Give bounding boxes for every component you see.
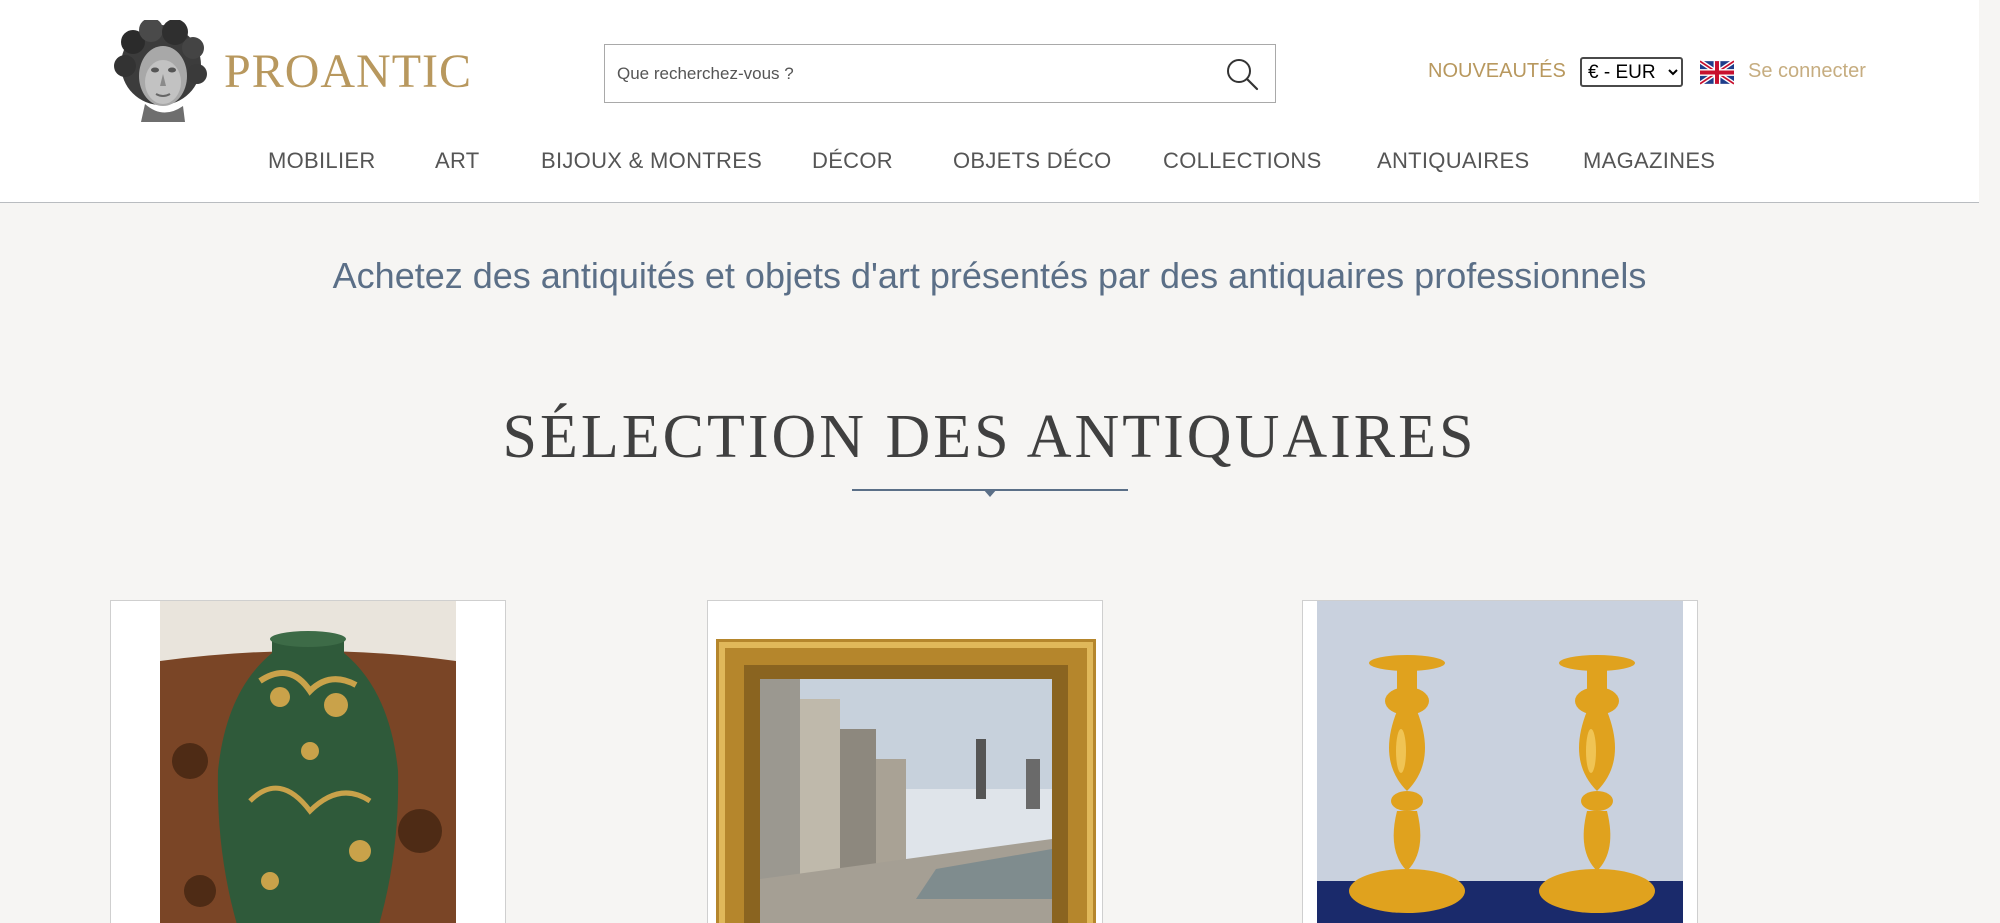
nav-item-decor[interactable]: DÉCOR bbox=[812, 148, 893, 174]
main-nav: MOBILIER ART BIJOUX & MONTRES DÉCOR OBJE… bbox=[0, 148, 1979, 178]
search-icon[interactable] bbox=[1223, 55, 1261, 93]
product-card[interactable] bbox=[110, 600, 506, 923]
vase-image[interactable] bbox=[160, 601, 456, 923]
uk-flag-icon[interactable] bbox=[1700, 60, 1734, 85]
nav-item-mobilier[interactable]: MOBILIER bbox=[268, 148, 376, 174]
logo-head-icon[interactable] bbox=[111, 20, 209, 122]
section-title: SÉLECTION DES ANTIQUAIRES bbox=[502, 403, 1477, 471]
logo-text[interactable]: PROANTIC bbox=[224, 44, 472, 99]
nav-item-art[interactable]: ART bbox=[435, 148, 480, 174]
product-card[interactable] bbox=[707, 600, 1103, 923]
search-box bbox=[604, 44, 1276, 103]
login-link[interactable]: Se connecter bbox=[1748, 60, 1866, 83]
painting-image[interactable] bbox=[716, 639, 1096, 923]
site-header: PROANTIC NOUVEAUTÉS € - EUR Se connecter… bbox=[0, 0, 1979, 203]
nouveautes-link[interactable]: NOUVEAUTÉS bbox=[1428, 60, 1566, 83]
candlesticks-image[interactable] bbox=[1317, 601, 1683, 923]
search-input[interactable] bbox=[617, 59, 1197, 89]
currency-select[interactable]: € - EUR bbox=[1580, 57, 1683, 87]
nav-item-collections[interactable]: COLLECTIONS bbox=[1163, 148, 1322, 174]
nav-item-objets-deco[interactable]: OBJETS DÉCO bbox=[953, 148, 1112, 174]
nav-item-antiquaires[interactable]: ANTIQUAIRES bbox=[1377, 148, 1529, 174]
nav-item-bijoux-montres[interactable]: BIJOUX & MONTRES bbox=[541, 148, 762, 174]
title-divider-marker bbox=[983, 489, 997, 497]
page-tagline: Achetez des antiquités et objets d'art p… bbox=[332, 255, 1647, 296]
product-card[interactable] bbox=[1302, 600, 1698, 923]
nav-item-magazines[interactable]: MAGAZINES bbox=[1583, 148, 1715, 174]
